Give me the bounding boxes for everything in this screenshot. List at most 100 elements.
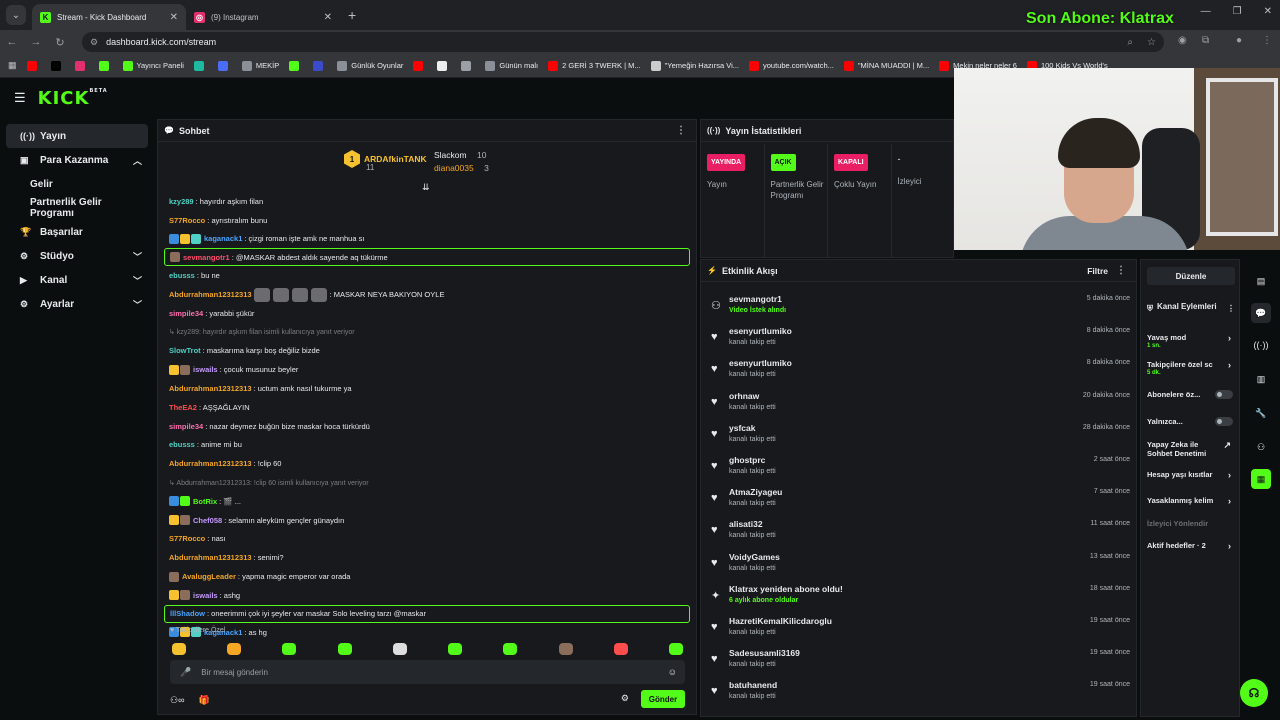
send-button[interactable]: Gönder — [641, 690, 685, 708]
chat-message[interactable]: iswails: çocuk musunuz beyler — [158, 360, 698, 379]
hamburger-menu-icon[interactable]: ☰ — [14, 90, 26, 106]
chat-message[interactable]: Abdurrahman12312313: senimi? — [158, 548, 698, 567]
chat-settings-icon[interactable]: ⚙ — [621, 693, 629, 704]
edit-button[interactable]: Düzenle — [1147, 267, 1235, 285]
feed-options-icon[interactable]: ⋮ — [1116, 265, 1126, 276]
quick-emote-button[interactable] — [448, 643, 463, 655]
bookmark-item[interactable] — [313, 60, 327, 71]
calendar-icon[interactable]: ▦ — [1251, 469, 1271, 489]
close-tab-icon[interactable]: ✕ — [170, 12, 178, 23]
forward-icon[interactable]: → — [24, 36, 48, 48]
bookmark-item[interactable] — [413, 60, 427, 71]
event-username[interactable]: batuhanend — [729, 680, 777, 690]
bookmark-item[interactable] — [437, 60, 451, 71]
chat-username[interactable]: Abdurrahman12312313 — [169, 459, 252, 468]
chat-message[interactable]: kaganack1: as hg — [158, 623, 698, 642]
chat-message[interactable]: ebusss: bu ne — [158, 266, 698, 285]
emoji-picker-icon[interactable]: ☺ — [668, 667, 677, 677]
activity-event[interactable]: ✦ Klatrax yeniden abone oldu! 6 aylık abon… — [701, 580, 1138, 612]
second-gifter[interactable]: Slackom 10 — [434, 150, 486, 160]
activity-event[interactable]: ♥ orhnaw kanalı takip etti 20 dakika önce — [701, 387, 1138, 419]
event-username[interactable]: ghostprc — [729, 455, 765, 465]
activity-event[interactable]: ♥ esenyurtlumiko kanalı takip etti 8 dakika… — [701, 322, 1138, 354]
chat-message[interactable]: ebusss: anime mi bu — [158, 436, 698, 455]
channel-action-item[interactable]: Abonelere öz... — [1147, 390, 1237, 399]
quick-emote-button[interactable] — [227, 643, 242, 655]
sidebar-item-partnerlik[interactable]: Partnerlik Gelir Programı — [6, 196, 148, 220]
sidebar-item-para-kazanma[interactable]: ▣ Para Kazanma ︿ — [6, 148, 148, 172]
chat-username[interactable]: BotRix — [193, 497, 217, 506]
channel-action-item[interactable]: Yapay Zeka ile Sohbet Denetimi ↗ — [1147, 440, 1237, 458]
kick-logo[interactable]: KICKBETA — [38, 88, 108, 109]
channel-action-item[interactable]: Yalnızca... — [1147, 417, 1237, 426]
back-icon[interactable]: ← — [0, 36, 24, 48]
chat-username[interactable]: AvaluggLeader — [182, 572, 236, 581]
event-username[interactable]: Sadesusamli3169 — [729, 648, 800, 658]
activity-event[interactable]: ♥ ghostprc kanalı takip etti 2 saat önce — [701, 451, 1138, 483]
chat-username[interactable]: S77Rocco — [169, 534, 205, 543]
bookmark-item[interactable]: "Yemeğin Hazırsa Vi... — [650, 60, 739, 71]
event-username[interactable]: orhnaw — [729, 391, 759, 401]
event-username[interactable]: esenyurtlumiko — [729, 326, 792, 336]
channel-action-item[interactable]: İzleyici Yönlendir — [1147, 519, 1237, 528]
channel-action-item[interactable]: Yavaş mod 1 sn. › — [1147, 333, 1237, 351]
new-tab-button[interactable]: + — [348, 7, 356, 23]
chat-username[interactable]: sevmangotr1 — [183, 253, 230, 262]
event-username[interactable]: esenyurtlumiko — [729, 358, 792, 368]
notes-icon[interactable]: ▤ — [1251, 271, 1271, 291]
activity-event[interactable]: ♥ HazretiKemalKilicdaroglu kanalı takip et… — [701, 612, 1138, 644]
chat-username[interactable]: S77Rocco — [169, 216, 205, 225]
chat-username[interactable]: TheEA2 — [169, 403, 197, 412]
event-username[interactable]: AtmaZiyageu — [729, 487, 782, 497]
bookmark-item[interactable] — [461, 60, 475, 71]
chat-message[interactable]: kzy289: hayırdır aşkım filan — [158, 192, 698, 211]
chat-username[interactable]: Abdurrahman12312313 — [169, 553, 252, 562]
chat-username[interactable]: Chef058 — [193, 516, 222, 525]
bookmark-item[interactable]: Günlük Oyunlar — [337, 60, 403, 71]
chat-username[interactable]: simpile34 — [169, 422, 203, 431]
tab-search-button[interactable]: ⌄ — [6, 5, 26, 25]
chat-reply-context[interactable]: ↳ kzy289: hayırdır aşkım filan isimli ku… — [158, 323, 698, 342]
chat-username[interactable]: SlowTrot — [169, 346, 201, 355]
bookmark-item[interactable]: 2 GERİ 3 TWERK | M... — [548, 60, 641, 71]
chat-username[interactable]: Abdurrahman12312313 — [169, 384, 252, 393]
channel-action-item[interactable]: Aktif hedefler · 2 › — [1147, 541, 1237, 551]
chat-username[interactable]: iswails — [193, 591, 218, 600]
channel-action-item[interactable]: Hesap yaşı kısıtlar › — [1147, 470, 1237, 480]
bookmark-star-icon[interactable]: ☆ — [1147, 37, 1156, 48]
activity-event[interactable]: ⚇ sevmangotr1 Video İstek alındı 5 dakika ö… — [701, 290, 1138, 322]
bookmark-item[interactable] — [74, 60, 89, 71]
toggle-switch[interactable] — [1215, 417, 1233, 426]
chat-username[interactable]: simpile34 — [169, 309, 203, 318]
browser-tab-kick[interactable]: K Stream - Kick Dashboard ✕ — [32, 4, 186, 30]
bookmark-item[interactable]: Yayıncı Paneli — [122, 60, 184, 71]
wrench-icon[interactable]: 🔧 — [1251, 403, 1271, 423]
activity-event[interactable]: ♥ VoidyGames kanalı takip etti 13 saat önce — [701, 548, 1138, 580]
activity-event[interactable]: ♥ esenyurtlumiko kanalı takip etti 8 dakika… — [701, 354, 1138, 386]
chat-username[interactable]: ebusss — [169, 271, 195, 280]
browser-menu-icon[interactable]: ⋮ — [1262, 35, 1272, 46]
sidebar-item-ayarlar[interactable]: ⚙ Ayarlar ﹀ — [6, 292, 148, 316]
event-username[interactable]: ysfcak — [729, 423, 755, 433]
activity-event[interactable]: ♥ alisati32 kanalı takip etti 11 saat önce — [701, 515, 1138, 547]
chat-message[interactable]: Chef058: selamın aleyküm gençler günaydı… — [158, 511, 698, 530]
sidebar-item-studyo[interactable]: ⚙ Stüdyo ﹀ — [6, 244, 148, 268]
chat-message[interactable]: SlowTrot: maskarıma karşı boş değiliz bi… — [158, 342, 698, 361]
reload-icon[interactable]: ↻ — [48, 36, 72, 49]
chat-message[interactable]: BotRix: 🎬 ... — [158, 492, 698, 511]
bookmark-item[interactable] — [50, 60, 65, 71]
chat-message[interactable]: TheEA2: AŞŞAĞLAYIN — [158, 398, 698, 417]
bookmark-item[interactable]: Günün malı — [485, 60, 538, 71]
chat-message[interactable]: AvaluggLeader: yapma magic emperor var o… — [158, 567, 698, 586]
sidebar-item-basarilar[interactable]: 🏆 Başarılar — [6, 220, 148, 244]
quick-emote-button[interactable] — [172, 643, 186, 655]
quick-emote-button[interactable] — [668, 643, 683, 655]
support-headset-icon[interactable]: ☊ — [1240, 679, 1268, 707]
quick-emote-button[interactable] — [613, 643, 628, 655]
third-gifter[interactable]: diana0035 3 — [434, 163, 489, 173]
chat-username[interactable]: lllShadow — [170, 609, 205, 618]
event-username[interactable]: VoidyGames — [729, 552, 780, 562]
chat-message[interactable]: simpile34: yarabbi şükür — [158, 304, 698, 323]
quick-emote-button[interactable] — [558, 643, 573, 655]
zoom-icon[interactable]: ⌕ — [1127, 37, 1133, 48]
